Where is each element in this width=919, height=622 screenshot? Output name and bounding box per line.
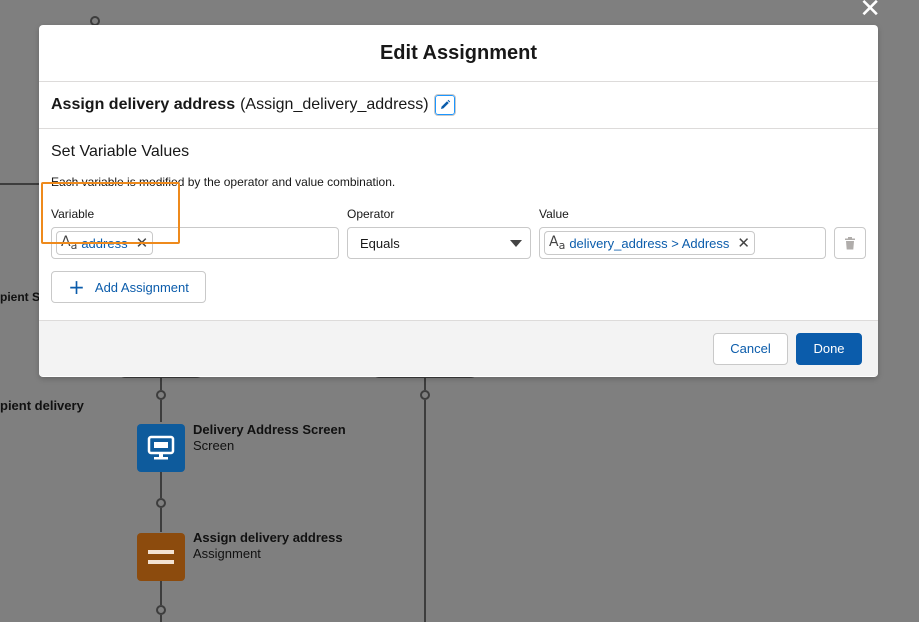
modal-footer: Cancel Done: [39, 321, 878, 376]
assignment-node-icon[interactable]: [137, 533, 185, 581]
operator-selected-value: Equals: [360, 235, 400, 251]
modal-header: Edit Assignment: [39, 25, 878, 82]
element-label: Assign delivery address: [51, 96, 236, 113]
assignment-node-title[interactable]: Assign delivery address: [193, 530, 343, 545]
variable-column-label: Variable: [51, 207, 95, 221]
column-headers: Variable Operator Value: [51, 207, 866, 223]
operator-column-label: Operator: [347, 207, 395, 221]
section-title: Set Variable Values: [51, 143, 190, 160]
connector-line: [160, 508, 162, 532]
connector-dot[interactable]: [156, 498, 166, 508]
cancel-button[interactable]: Cancel: [713, 332, 788, 365]
text-type-icon: Aa: [549, 234, 566, 252]
delete-row-button[interactable]: [834, 227, 866, 259]
element-api-name: (Assign_delivery_address): [240, 96, 429, 113]
add-assignment-button[interactable]: + Add Assignment: [51, 271, 206, 303]
connector-line: [0, 183, 39, 185]
value-field[interactable]: Aa delivery_address > Address ✕: [539, 227, 826, 259]
text-type-icon: Aa: [61, 234, 78, 252]
element-name-row: Assign delivery address (Assign_delivery…: [39, 82, 878, 129]
connector-line: [160, 378, 162, 390]
section-description: Each variable is modified by the operato…: [51, 175, 396, 189]
done-button[interactable]: Done: [796, 332, 862, 365]
connector-line: [160, 472, 162, 498]
modal-body: Set Variable Values Each variable is mod…: [39, 129, 878, 321]
variable-field[interactable]: Aa address ✕: [51, 227, 339, 259]
variable-pill-label: address: [81, 235, 128, 251]
modal-title: Edit Assignment: [379, 41, 538, 64]
screen-node-title[interactable]: Delivery Address Screen: [193, 422, 346, 437]
remove-icon[interactable]: ✕: [737, 234, 750, 252]
screen-node-icon[interactable]: [137, 424, 185, 472]
connector-dot[interactable]: [156, 390, 166, 400]
connector-dot[interactable]: [156, 605, 166, 615]
connector-dot[interactable]: [420, 390, 430, 400]
connector-line: [160, 400, 162, 422]
assignment-node-subtitle: Assignment: [193, 546, 261, 561]
edit-name-button[interactable]: [433, 94, 456, 116]
variable-pill[interactable]: Aa address ✕: [56, 231, 154, 255]
value-pill[interactable]: Aa delivery_address > Address ✕: [544, 231, 755, 255]
connector-line: [424, 378, 426, 390]
pencil-icon: [440, 99, 450, 109]
add-assignment-label: Add Assignment: [94, 279, 189, 295]
value-column-label: Value: [539, 207, 569, 221]
connector-line: [424, 400, 426, 622]
partial-node-label: pient delivery: [0, 398, 84, 413]
close-icon[interactable]: ✕: [859, 0, 881, 22]
operator-select[interactable]: Equals: [347, 227, 531, 259]
connector-line: [160, 615, 162, 622]
trash-icon: [845, 236, 855, 249]
assignment-row: Aa address ✕ Equals Aa delivery_address …: [51, 227, 866, 259]
caret-down-icon: [510, 240, 522, 247]
remove-icon[interactable]: ✕: [136, 234, 149, 252]
edit-assignment-modal: Edit Assignment Assign delivery address …: [39, 25, 878, 377]
connector-line: [160, 581, 162, 605]
plus-icon: +: [68, 275, 85, 299]
value-pill-label: delivery_address > Address: [569, 235, 730, 251]
screen-node-subtitle: Screen: [193, 438, 235, 453]
